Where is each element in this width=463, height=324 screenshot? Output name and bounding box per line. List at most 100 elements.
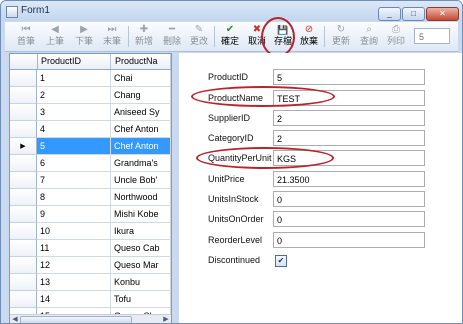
last-record-button[interactable]: ⏭ 末筆 <box>99 23 125 50</box>
product-details-panel: ProductID 5 ProductName TEST SupplierID 2 Cate… <box>179 53 462 323</box>
next-record-button[interactable]: ▶ 下筆 <box>71 23 97 50</box>
column-header-productid[interactable]: ProductID <box>37 54 111 69</box>
row-header[interactable] <box>10 206 37 223</box>
close-button[interactable]: ✕ <box>426 7 459 21</box>
table-row[interactable]: 1 Chai <box>10 70 171 87</box>
row-header[interactable] <box>10 104 37 121</box>
cell-productid[interactable]: 11 <box>37 240 111 257</box>
row-header[interactable] <box>10 172 37 189</box>
table-row[interactable]: 4 Chef Anton <box>10 121 171 138</box>
abandon-button[interactable]: ⊘ 放棄 <box>296 23 322 50</box>
cell-productid[interactable]: 2 <box>37 87 111 104</box>
cell-productname[interactable]: Chai <box>111 70 171 87</box>
products-data-grid[interactable]: ProductID ProductNa 1 Chai 2 Chang 3 Aniseed … <box>9 53 172 323</box>
confirm-button[interactable]: ✔ 確定 <box>217 23 243 50</box>
record-position-input[interactable]: 5 <box>414 28 450 44</box>
cell-productid[interactable]: 13 <box>37 274 111 291</box>
scrollbar-thumb[interactable] <box>20 316 132 323</box>
table-row[interactable]: 8 Northwood <box>10 189 171 206</box>
input-productid[interactable]: 5 <box>273 69 425 85</box>
title-bar[interactable]: Form1 _ □ ✕ <box>1 1 462 21</box>
print-button[interactable]: ⎙ 列印 <box>383 23 409 50</box>
row-header[interactable] <box>10 240 37 257</box>
cell-productname[interactable]: Queso Cab <box>111 240 171 257</box>
maximize-button[interactable]: □ <box>402 7 425 21</box>
row-header[interactable] <box>10 121 37 138</box>
column-header-productname[interactable]: ProductNa <box>111 54 171 69</box>
discontinued-checkbox[interactable]: ✔ <box>275 255 287 267</box>
edit-icon: ✎ <box>194 24 204 35</box>
refresh-label: 更新 <box>331 36 350 46</box>
table-row[interactable]: 11 Queso Cab <box>10 240 171 257</box>
input-unitsinstock[interactable]: 0 <box>273 191 425 207</box>
delete-record-button[interactable]: ━ 刪除 <box>159 23 185 50</box>
cell-productid[interactable]: 14 <box>37 291 111 308</box>
cell-productname[interactable]: Mishi Kobe <box>111 206 171 223</box>
cell-productid[interactable]: 7 <box>37 172 111 189</box>
refresh-button[interactable]: ↻ 更新 <box>328 23 354 50</box>
table-row[interactable]: 14 Tofu <box>10 291 171 308</box>
table-row[interactable]: 9 Mishi Kobe <box>10 206 171 223</box>
input-unitprice[interactable]: 21.3500 <box>273 171 425 187</box>
cell-productid[interactable]: 10 <box>37 223 111 240</box>
input-supplierid[interactable]: 2 <box>273 110 425 126</box>
cell-productname[interactable]: Tofu <box>111 291 171 308</box>
scroll-right-icon[interactable]: ▶ <box>161 315 171 323</box>
input-reorderlevel[interactable]: 0 <box>273 232 425 248</box>
cell-productname[interactable]: Queso Mar <box>111 257 171 274</box>
table-row[interactable]: 6 Grandma's <box>10 155 171 172</box>
horizontal-scrollbar[interactable]: ◀ ▶ <box>10 314 171 323</box>
cell-productid[interactable]: 3 <box>37 104 111 121</box>
search-icon: ⌕ <box>366 24 372 35</box>
cell-productid[interactable]: 5 <box>37 138 111 155</box>
table-row[interactable]: 10 Ikura <box>10 223 171 240</box>
row-header[interactable] <box>10 70 37 87</box>
input-unitsonorder[interactable]: 0 <box>273 211 425 227</box>
table-row[interactable]: 7 Uncle Bob' <box>10 172 171 189</box>
cell-productname[interactable]: Uncle Bob' <box>111 172 171 189</box>
highlight-circle <box>196 147 334 169</box>
binding-navigator-toolbar: ⏮ 首筆 ◀ 上筆 ▶ 下筆 ⏭ 末筆 ✚ 新增 ━ 刪除 ✎ 更改 ✔ 確定 … <box>5 22 458 52</box>
cell-productid[interactable]: 6 <box>37 155 111 172</box>
row-header[interactable] <box>10 274 37 291</box>
table-row[interactable]: ▶ 5 Chef Anton <box>10 138 171 155</box>
cell-productid[interactable]: 4 <box>37 121 111 138</box>
print-label: 列印 <box>386 36 405 46</box>
cell-productname[interactable]: Aniseed Sy <box>111 104 171 121</box>
row-header[interactable] <box>10 291 37 308</box>
cell-productid[interactable]: 9 <box>37 206 111 223</box>
refresh-icon: ↻ <box>336 24 346 35</box>
row-header[interactable] <box>10 257 37 274</box>
next-record-icon: ▶ <box>80 24 88 35</box>
row-header[interactable] <box>10 87 37 104</box>
cell-productname[interactable]: Ikura <box>111 223 171 240</box>
cell-productname[interactable]: Chef Anton <box>111 138 171 155</box>
row-header[interactable] <box>10 189 37 206</box>
previous-record-button[interactable]: ◀ 上筆 <box>42 23 68 50</box>
row-header[interactable] <box>10 155 37 172</box>
cell-productname[interactable]: Grandma's <box>111 155 171 172</box>
cell-productid[interactable]: 12 <box>37 257 111 274</box>
cell-productid[interactable]: 1 <box>37 70 111 87</box>
change-record-button[interactable]: ✎ 更改 <box>186 23 212 50</box>
abandon-label: 放棄 <box>299 36 318 46</box>
table-row[interactable]: 2 Chang <box>10 87 171 104</box>
scroll-left-icon[interactable]: ◀ <box>10 315 20 323</box>
row-header[interactable] <box>10 223 37 240</box>
cell-productid[interactable]: 8 <box>37 189 111 206</box>
cell-productname[interactable]: Chang <box>111 87 171 104</box>
query-button[interactable]: ⌕ 查詢 <box>356 23 382 50</box>
main-window: Form1 _ □ ✕ ⏮ 首筆 ◀ 上筆 ▶ 下筆 ⏭ 末筆 ✚ 新增 ━ 刪… <box>0 0 463 324</box>
row-header[interactable]: ▶ <box>10 138 37 155</box>
first-record-icon: ⏮ <box>21 24 31 35</box>
table-row[interactable]: 3 Aniseed Sy <box>10 104 171 121</box>
add-record-button[interactable]: ✚ 新增 <box>131 23 157 50</box>
cell-productname[interactable]: Konbu <box>111 274 171 291</box>
cell-productname[interactable]: Chef Anton <box>111 121 171 138</box>
cell-productname[interactable]: Northwood <box>111 189 171 206</box>
table-row[interactable]: 12 Queso Mar <box>10 257 171 274</box>
input-categoryid[interactable]: 2 <box>273 130 425 146</box>
table-row[interactable]: 13 Konbu <box>10 274 171 291</box>
minimize-button[interactable]: _ <box>378 7 401 21</box>
first-record-button[interactable]: ⏮ 首筆 <box>13 23 39 50</box>
